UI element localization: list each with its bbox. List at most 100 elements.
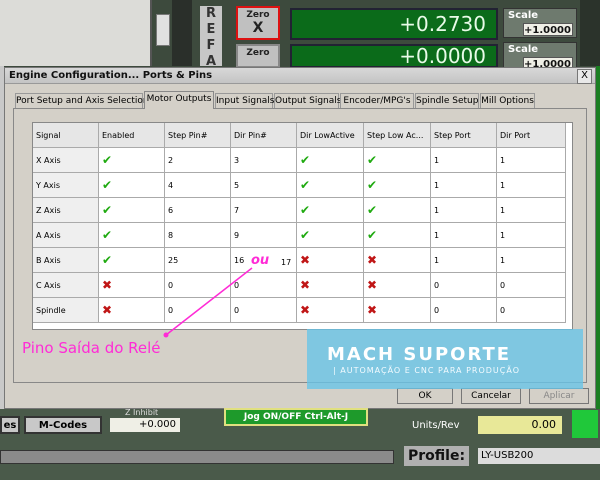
profile-value: LY-USB200 [478,448,600,464]
z-inhibit-value[interactable]: +0.000 [110,418,180,432]
jog-button[interactable]: Jog ON/OFF Ctrl-Alt-J [224,408,368,426]
table-cell-step-pin[interactable]: 0 [165,273,231,298]
z-inhibit-label: Z Inhibit [125,408,159,417]
table-cell-enabled[interactable]: ✖ [99,298,165,323]
top-divider [172,0,192,66]
table-cell-dir-pin[interactable]: 0 [231,298,297,323]
table-cell-dir-low[interactable]: ✔ [297,173,364,198]
table-cell-dir-low[interactable]: ✖ [297,248,364,273]
mcodes-button[interactable]: M-Codes [24,416,102,434]
green-check-icon: ✔ [300,203,311,217]
scale-label: Scale [508,10,539,21]
table-cell-step-port[interactable]: 0 [431,298,497,323]
column-header[interactable]: Dir Pin# [231,123,297,148]
ok-button[interactable]: OK [397,388,453,404]
zero-y-button[interactable]: Zero [236,44,280,68]
scale-x-value[interactable]: +1.0000 [523,23,573,36]
green-check-icon: ✔ [367,203,378,217]
table-cell-dir-low[interactable]: ✔ [297,148,364,173]
table-cell-step-pin[interactable]: 6 [165,198,231,223]
column-header[interactable]: Dir Port [497,123,566,148]
zero-label: Zero [246,48,270,58]
table-cell-dir-pin[interactable]: 7 [231,198,297,223]
red-x-icon: ✖ [102,303,113,317]
zero-axis-label: X [252,20,264,36]
table-cell-step-port[interactable]: 0 [431,273,497,298]
table-cell-dir-pin[interactable]: 3 [231,148,297,173]
table-cell-step-port[interactable]: 1 [431,198,497,223]
table-cell-dir-port[interactable]: 1 [497,148,566,173]
scale-x-box: Scale +1.0000 [503,8,577,38]
table-cell-step-pin[interactable]: 8 [165,223,231,248]
table-cell-dir-port[interactable]: 1 [497,248,566,273]
tab-encoder-mpg[interactable]: Encoder/MPG's [340,93,414,108]
row-signal-name: X Axis [33,148,99,173]
table-cell-dir-port[interactable]: 1 [497,173,566,198]
table-cell-step-low[interactable]: ✔ [364,173,431,198]
table-cell-enabled[interactable]: ✔ [99,248,165,273]
units-rev-label: Units/Rev [412,420,460,431]
table-cell-step-pin[interactable]: 25 [165,248,231,273]
zero-x-button[interactable]: Zero X [236,6,280,40]
ref-column: R E F A [200,6,222,69]
tab-output-signals[interactable]: Output Signals [274,93,341,108]
close-icon[interactable]: X [577,69,592,84]
table-cell-dir-pin[interactable]: 9 [231,223,297,248]
red-x-icon: ✖ [367,278,378,292]
table-cell-dir-low[interactable]: ✔ [297,223,364,248]
units-rev-value[interactable]: 0.00 [478,416,562,434]
table-cell-dir-port[interactable]: 0 [497,273,566,298]
row-signal-name: B Axis [33,248,99,273]
table-cell-step-port[interactable]: 1 [431,248,497,273]
table-cell-dir-port[interactable]: 1 [497,198,566,223]
tab-mill-options[interactable]: Mill Options [480,93,535,108]
top-left-panel [0,0,152,66]
table-cell-enabled[interactable]: ✔ [99,173,165,198]
table-cell-dir-low[interactable]: ✖ [297,298,364,323]
table-cell-dir-pin[interactable]: 5 [231,173,297,198]
red-x-icon: ✖ [300,278,311,292]
table-cell-dir-port[interactable]: 1 [497,223,566,248]
column-header[interactable]: Step Port [431,123,497,148]
table-cell-dir-pin[interactable]: 0 [231,273,297,298]
column-header[interactable]: Step Low Ac... [364,123,431,148]
cancel-button[interactable]: Cancelar [461,388,521,404]
table-cell-step-low[interactable]: ✔ [364,198,431,223]
table-cell-step-low[interactable]: ✔ [364,223,431,248]
table-cell-step-pin[interactable]: 2 [165,148,231,173]
red-x-icon: ✖ [102,278,113,292]
table-cell-step-port[interactable]: 1 [431,223,497,248]
tab-port-setup[interactable]: Port Setup and Axis Selection [15,93,149,108]
top-left-scroll-thumb[interactable] [156,14,170,46]
green-indicator [572,410,598,438]
tab-motor-outputs[interactable]: Motor Outputs [144,91,214,109]
table-cell-step-port[interactable]: 1 [431,148,497,173]
table-cell-step-low[interactable]: ✖ [364,273,431,298]
table-cell-step-pin[interactable]: 4 [165,173,231,198]
column-header[interactable]: Enabled [99,123,165,148]
apply-button[interactable]: Aplicar [529,388,589,404]
column-header[interactable]: Dir LowActive [297,123,364,148]
table-cell-enabled[interactable]: ✔ [99,198,165,223]
table-cell-enabled[interactable]: ✔ [99,223,165,248]
table-cell-step-port[interactable]: 1 [431,173,497,198]
table-cell-step-low[interactable]: ✔ [364,148,431,173]
table-cell-step-low[interactable]: ✖ [364,298,431,323]
dro-x[interactable]: +0.2730 [290,8,498,40]
left-edge-button[interactable]: es [0,416,20,434]
table-cell-step-pin[interactable]: 0 [165,298,231,323]
table-cell-enabled[interactable]: ✖ [99,273,165,298]
column-header[interactable]: Signal [33,123,99,148]
dialog-titlebar[interactable]: Engine Configuration... Ports & Pins [5,68,595,84]
motor-outputs-grid: Signal Enabled Step Pin# Dir Pin# Dir LowAct… [32,122,573,330]
table-cell-step-low[interactable]: ✖ [364,248,431,273]
tab-spindle-setup[interactable]: Spindle Setup [415,93,479,108]
tab-input-signals[interactable]: Input Signals [215,93,275,108]
table-cell-enabled[interactable]: ✔ [99,148,165,173]
row-signal-name: Spindle [33,298,99,323]
table-cell-dir-low[interactable]: ✔ [297,198,364,223]
dro-y[interactable]: +0.0000 [290,44,498,68]
table-cell-dir-low[interactable]: ✖ [297,273,364,298]
table-cell-dir-port[interactable]: 0 [497,298,566,323]
column-header[interactable]: Step Pin# [165,123,231,148]
